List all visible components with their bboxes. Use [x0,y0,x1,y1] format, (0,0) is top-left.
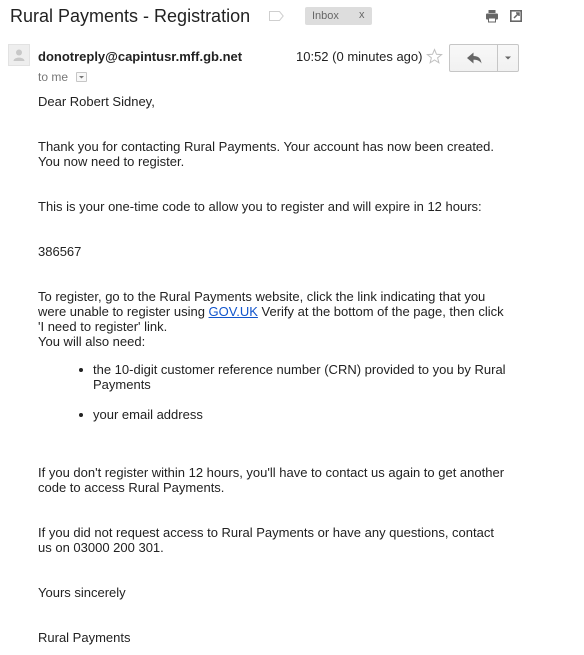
contact-note: If you did not request access to Rural P… [38,525,494,555]
list-item-text: the 10-digit customer reference number (… [93,362,506,392]
list-item-text: your email address [93,407,203,422]
reply-button-group [449,44,519,72]
signature: Rural Payments [38,630,131,645]
person-silhouette-icon [13,49,25,61]
greeting: Dear Robert Sidney, [38,94,155,109]
expiry-note: If you don't register within 12 hours, y… [38,465,505,495]
show-details-button[interactable] [76,72,87,82]
printer-icon[interactable] [485,9,499,23]
email-subject: Rural Payments - Registration [10,6,251,26]
sender-address[interactable]: donotreply@capintusr.mff.gb.net [38,49,242,65]
chevron-down-icon [79,76,84,79]
more-actions-button[interactable] [498,45,518,71]
account-created-paragraph: Thank you for contacting Rural Payments.… [38,139,508,169]
register-now-line: You now need to register. [38,154,185,169]
chevron-down-icon [505,56,511,60]
list-item: your email address [38,407,508,422]
one-time-code: 386567 [38,244,82,259]
reply-button[interactable] [450,45,497,71]
reply-arrow-icon [467,52,482,64]
message-header: donotreply@capintusr.mff.gb.net to me 10… [8,44,520,88]
inbox-label-text: Inbox [312,10,339,22]
message-timestamp: 10:52 (0 minutes ago) [296,49,423,64]
also-need-text: You will also need: [38,334,146,349]
open-in-new-window-icon[interactable] [509,9,523,23]
sender-avatar[interactable] [8,44,30,66]
subject-row: Rural Payments - Registration Inbox x [10,4,576,28]
star-icon[interactable] [426,48,443,65]
remove-label-button[interactable]: x [359,9,365,21]
bullet-dot [79,413,83,417]
message-body: Dear Robert Sidney, Thank you for contac… [38,94,508,645]
recipient-line: to me [38,70,69,84]
inbox-label: Inbox x [305,7,372,25]
important-marker-icon[interactable] [269,11,284,21]
list-item: the 10-digit customer reference number (… [38,362,508,392]
bullet-dot [79,368,83,372]
register-instructions: To register, go to the Rural Payments we… [38,289,508,349]
account-created-line: Thank you for contacting Rural Payments.… [38,139,494,154]
requirements-list: the 10-digit customer reference number (… [38,362,508,422]
gov-uk-link[interactable]: GOV.UK [209,304,258,319]
code-intro: This is your one-time code to allow you … [38,199,482,214]
closing: Yours sincerely [38,585,126,600]
